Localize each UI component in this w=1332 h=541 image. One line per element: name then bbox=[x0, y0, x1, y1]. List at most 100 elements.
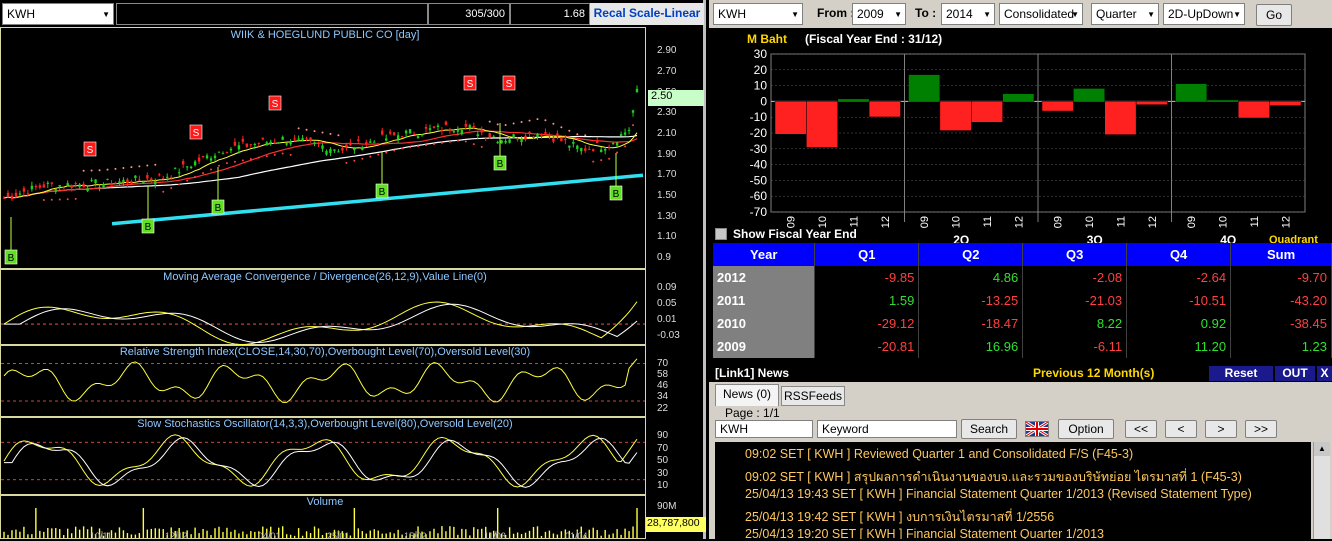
sar-dot bbox=[552, 122, 555, 125]
value-cell: 1.59 bbox=[814, 289, 920, 312]
value-cell: -9.70 bbox=[1230, 266, 1332, 289]
volume-bar bbox=[301, 535, 304, 538]
candle-body bbox=[205, 155, 209, 159]
candle-body bbox=[528, 131, 531, 133]
list-item[interactable]: 09:02 SET [ KWH ] Reviewed Quarter 1 and… bbox=[745, 447, 1133, 461]
candle-body bbox=[325, 151, 328, 155]
previous-months-label: Previous 12 Month(s) bbox=[1033, 366, 1155, 380]
x-tick-label: 11 bbox=[848, 216, 860, 227]
table-row[interactable]: 2009 -20.81 16.96 -6.11 11.20 1.23 bbox=[713, 335, 1332, 358]
show-fy-checkbox[interactable] bbox=[715, 228, 727, 240]
candle-body bbox=[173, 167, 177, 169]
column-header[interactable]: Q4 bbox=[1126, 243, 1232, 266]
x-tick-label: 09 bbox=[919, 216, 931, 228]
recal-scale-button[interactable]: Recal Scale-Linear bbox=[590, 3, 704, 25]
candle-body bbox=[122, 179, 125, 183]
view-select[interactable]: 2D-UpDown ▼ bbox=[1163, 3, 1245, 25]
volume-bar bbox=[285, 534, 288, 538]
candle-body bbox=[540, 134, 543, 136]
sar-dot bbox=[448, 140, 451, 143]
go-button[interactable]: Go bbox=[1256, 4, 1292, 26]
table-row[interactable]: 2010 -29.12 -18.47 8.22 0.92 -38.45 bbox=[713, 312, 1332, 335]
column-header[interactable]: Year bbox=[713, 243, 816, 266]
candle-body bbox=[10, 195, 14, 200]
sar-dot bbox=[425, 144, 428, 147]
language-flag-icon[interactable] bbox=[1025, 421, 1049, 437]
close-icon[interactable]: X bbox=[1317, 366, 1332, 381]
rsi-title: Relative Strength Index(CLOSE,14,30,70),… bbox=[119, 346, 531, 358]
tab-rssfeeds[interactable]: RSSFeeds bbox=[781, 386, 845, 406]
keyword-input[interactable]: Keyword bbox=[817, 420, 957, 438]
volume-bar bbox=[349, 535, 352, 538]
profit-bar bbox=[1104, 101, 1137, 135]
table-row[interactable]: 2011 1.59 -13.25 -21.03 -10.51 -43.20 bbox=[713, 289, 1332, 312]
volume-bar bbox=[126, 533, 129, 538]
y-tick-label: 0 bbox=[760, 94, 767, 108]
news-scrollbar[interactable]: ▲ bbox=[1313, 442, 1330, 539]
candle-body bbox=[480, 129, 483, 133]
nav-first-button[interactable]: << bbox=[1125, 420, 1157, 438]
candle-body bbox=[532, 136, 535, 138]
volume-bar bbox=[70, 533, 73, 538]
list-item[interactable]: 25/04/13 19:20 SET [ KWH ] Financial Sta… bbox=[745, 527, 1104, 539]
y-tick-label: 1.30 bbox=[657, 210, 677, 222]
volume-bar bbox=[313, 526, 316, 538]
y-tick-label: 10 bbox=[754, 79, 768, 93]
symbol-select[interactable]: KWH ▼ bbox=[2, 3, 114, 25]
volume-bar bbox=[63, 535, 65, 538]
list-item[interactable]: 25/04/13 19:43 SET [ KWH ] Financial Sta… bbox=[745, 487, 1252, 501]
scroll-up-icon[interactable]: ▲ bbox=[1314, 442, 1330, 456]
nav-next-button[interactable]: > bbox=[1205, 420, 1237, 438]
reset-button[interactable]: Reset bbox=[1209, 366, 1273, 381]
list-item[interactable]: 25/04/13 19:42 SET [ KWH ] งบการเงินไตรม… bbox=[745, 507, 1054, 527]
candle-body bbox=[381, 130, 384, 135]
column-header[interactable]: Q3 bbox=[1022, 243, 1128, 266]
candle-body bbox=[472, 126, 475, 128]
volume-bar bbox=[7, 534, 9, 538]
period-select[interactable]: Quarter ▼ bbox=[1091, 3, 1159, 25]
y-tick-label: -60 bbox=[750, 189, 768, 203]
candle-body bbox=[619, 134, 623, 136]
fin-symbol-select[interactable]: KWH ▼ bbox=[713, 3, 803, 25]
statement-type-select[interactable]: Consolidated ▼ bbox=[999, 3, 1083, 25]
candle-body bbox=[584, 148, 587, 151]
column-header[interactable]: Q1 bbox=[814, 243, 920, 266]
volume-bar bbox=[130, 534, 133, 538]
volume-bar bbox=[47, 527, 49, 538]
option-button[interactable]: Option bbox=[1058, 419, 1114, 439]
candle-body bbox=[412, 133, 416, 135]
volume-bar bbox=[357, 528, 360, 538]
rsi-tick-label: 34 bbox=[657, 391, 669, 403]
volume-bar bbox=[242, 531, 244, 538]
column-header[interactable]: Q2 bbox=[918, 243, 1024, 266]
volume-bar bbox=[190, 534, 192, 538]
stochastic-title: Slow Stochastics Oscillator(14,3,3),Over… bbox=[137, 418, 513, 430]
list-item[interactable]: 09:02 SET [ KWH ] สรุปผลการดำเนินงานของบ… bbox=[745, 467, 1242, 487]
sar-dot bbox=[544, 119, 547, 122]
y-tick-label: -70 bbox=[750, 205, 768, 219]
candle-body bbox=[98, 187, 101, 189]
stochastic-tick-label: 50 bbox=[657, 455, 669, 466]
sar-dot bbox=[528, 119, 531, 122]
candle-body bbox=[18, 193, 22, 195]
search-button[interactable]: Search bbox=[961, 419, 1017, 439]
technical-chart-window: KWH ▼ 305/300 1.68 Recal Scale-Linear SS… bbox=[0, 0, 706, 541]
nav-last-button[interactable]: >> bbox=[1245, 420, 1277, 438]
macd-line bbox=[3, 301, 638, 346]
profit-bar bbox=[1135, 101, 1168, 105]
out-button[interactable]: OUT bbox=[1275, 366, 1315, 381]
from-year-select[interactable]: 2009 ▼ bbox=[852, 3, 906, 25]
indicator-panels: S S S S S B B B B B B bbox=[0, 27, 646, 539]
y-tick-label: 1.90 bbox=[657, 148, 677, 160]
table-row[interactable]: 2012 -9.85 4.86 -2.08 -2.64 -9.70 bbox=[713, 266, 1332, 289]
tab-news[interactable]: News (0) bbox=[715, 384, 779, 406]
to-year-select[interactable]: 2014 ▼ bbox=[941, 3, 995, 25]
candle-body bbox=[385, 138, 388, 141]
candle-body bbox=[305, 138, 308, 140]
column-header[interactable]: Sum bbox=[1230, 243, 1332, 266]
nav-prev-button[interactable]: < bbox=[1165, 420, 1197, 438]
news-symbol-input[interactable]: KWH bbox=[715, 420, 813, 438]
sar-dot bbox=[353, 159, 356, 162]
year-cell: 2009 bbox=[713, 335, 816, 358]
candle-body bbox=[615, 142, 619, 146]
